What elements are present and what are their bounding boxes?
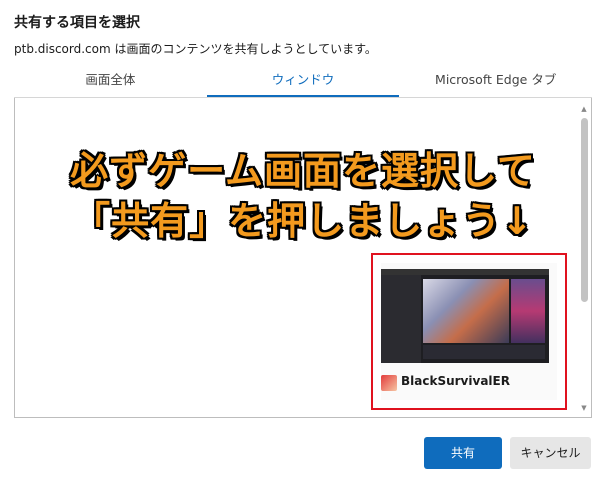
selection-highlight: BlackSurvivalER bbox=[371, 253, 567, 410]
dialog-subtitle: ptb.discord.com は画面のコンテンツを共有しようとしています。 bbox=[14, 42, 377, 56]
preview-character-art bbox=[423, 279, 509, 343]
scroll-thumb[interactable] bbox=[581, 118, 588, 302]
cancel-button[interactable]: キャンセル bbox=[510, 437, 591, 469]
window-thumbnail-card[interactable]: BlackSurvivalER bbox=[381, 263, 557, 400]
share-button[interactable]: 共有 bbox=[424, 437, 502, 469]
tab-edge-tab[interactable]: Microsoft Edge タブ bbox=[399, 66, 592, 98]
instruction-text-line1: 必ずゲーム画面を選択して bbox=[70, 149, 536, 193]
window-title-label: BlackSurvivalER bbox=[401, 374, 510, 388]
preview-right-panel bbox=[511, 279, 545, 343]
tab-bar: 画面全体 ウィンドウ Microsoft Edge タブ bbox=[14, 66, 592, 98]
window-list-pane: 必ずゲーム画面を選択して 「共有」を押しましょう↓ BlackSurvivalE… bbox=[14, 98, 592, 418]
instruction-text-line2: 「共有」を押しましょう↓ bbox=[72, 199, 534, 243]
window-preview-image bbox=[381, 269, 549, 363]
app-icon bbox=[381, 375, 397, 391]
vertical-scrollbar[interactable]: ▲ ▼ bbox=[579, 104, 589, 413]
dialog-title: 共有する項目を選択 bbox=[14, 15, 140, 31]
tab-entire-screen[interactable]: 画面全体 bbox=[14, 66, 207, 98]
tab-window[interactable]: ウィンドウ bbox=[206, 66, 400, 98]
preview-left-panel bbox=[381, 275, 421, 363]
scroll-down-icon[interactable]: ▼ bbox=[579, 403, 589, 413]
scroll-up-icon[interactable]: ▲ bbox=[579, 104, 589, 114]
preview-bottom-bar bbox=[423, 345, 545, 359]
